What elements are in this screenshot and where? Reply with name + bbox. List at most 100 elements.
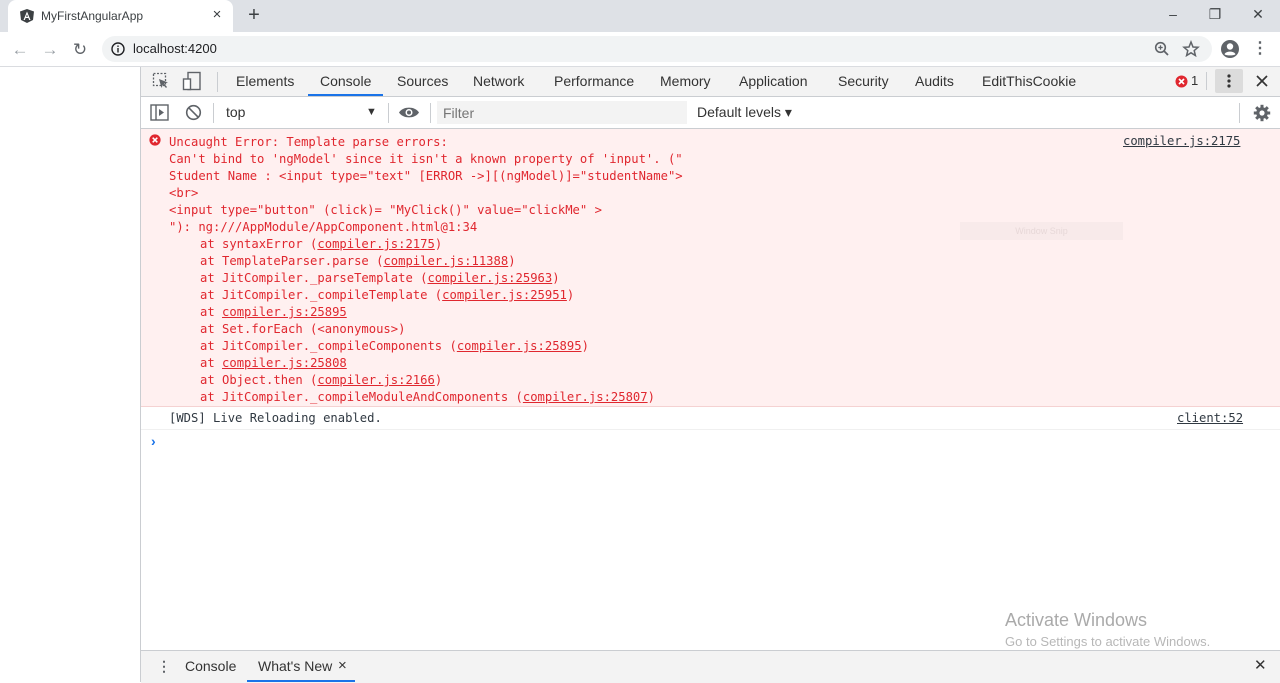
stack-frame-text: at TemplateParser.parse ( — [200, 254, 384, 268]
stack-frame-link[interactable]: compiler.js:2175 — [317, 237, 434, 251]
stack-frame-text: at JitCompiler._compileModuleAndComponen… — [200, 390, 523, 404]
tab-sources[interactable]: Sources — [397, 67, 448, 96]
error-line: Can't bind to 'ngModel' since it isn't a… — [169, 152, 683, 166]
tab-editthiscookie[interactable]: EditThisCookie — [982, 67, 1076, 96]
log-text: [WDS] Live Reloading enabled. — [169, 411, 382, 425]
stack-frame: at JitCompiler._compileModuleAndComponen… — [200, 389, 655, 406]
zoom-icon[interactable] — [1153, 40, 1171, 58]
separator — [213, 103, 214, 123]
stack-frame: at JitCompiler._compileTemplate (compile… — [200, 287, 574, 304]
stack-frame-text: ) — [647, 390, 655, 404]
error-source-link[interactable]: compiler.js:2175 — [1123, 134, 1240, 148]
show-sidebar-icon[interactable] — [150, 104, 169, 121]
drawer-tab-close-icon[interactable]: × — [338, 650, 347, 682]
stack-frame-link[interactable]: compiler.js:25951 — [442, 288, 567, 302]
profile-icon[interactable] — [1220, 39, 1240, 59]
close-drawer-icon[interactable]: ✕ — [1254, 650, 1267, 682]
tab-elements[interactable]: Elements — [236, 67, 294, 96]
stack-frame-link[interactable]: compiler.js:25807 — [523, 390, 648, 404]
angular-favicon-icon — [20, 9, 34, 23]
separator — [388, 103, 389, 123]
tab-network[interactable]: Network — [473, 67, 524, 96]
error-count[interactable]: 1 — [1191, 67, 1198, 96]
filter-input[interactable] — [437, 101, 689, 124]
stack-frame-link[interactable]: compiler.js:25808 — [222, 356, 347, 370]
console-input[interactable] — [165, 431, 1265, 451]
console-prompt-icon[interactable]: › — [151, 433, 156, 449]
stack-frame: at Set.forEach (<anonymous>) — [200, 321, 405, 338]
live-expression-eye-icon[interactable] — [398, 105, 420, 120]
stack-frame-text: ) — [508, 254, 516, 268]
device-toolbar-icon[interactable] — [182, 71, 202, 91]
address-bar[interactable] — [102, 36, 1212, 62]
tab-audits[interactable]: Audits — [915, 67, 954, 96]
tab-title: MyFirstAngularApp — [41, 9, 144, 23]
log-levels-dropdown[interactable]: Default levels ▾ — [697, 97, 792, 128]
info-icon[interactable] — [111, 42, 125, 56]
star-icon[interactable] — [1182, 40, 1200, 58]
stack-frame-link[interactable]: compiler.js:2166 — [317, 373, 434, 387]
forward-button[interactable]: → — [39, 39, 61, 61]
browser-tab[interactable]: MyFirstAngularApp × — [8, 0, 233, 32]
stack-frame: at compiler.js:25895 — [200, 304, 347, 321]
stack-frame-text: at — [200, 305, 223, 319]
stack-frame-text: ) — [581, 339, 589, 353]
tab-console[interactable]: Console — [308, 67, 384, 96]
tab-application[interactable]: Application — [739, 67, 808, 96]
error-line: <input type="button" (click)= "MyClick()… — [169, 203, 602, 217]
url-text[interactable]: localhost:4200 — [133, 41, 217, 56]
window-close-button[interactable]: ✕ — [1238, 4, 1278, 24]
stack-frame-text: at JitCompiler._compileTemplate ( — [200, 288, 443, 302]
stack-frame-text: at Object.then ( — [200, 373, 318, 387]
tab-close-icon[interactable]: × — [208, 6, 226, 24]
context-selector[interactable]: top — [226, 97, 245, 128]
inspect-element-icon[interactable] — [152, 72, 170, 90]
stack-frame-text: at — [200, 356, 223, 370]
separator — [1239, 103, 1240, 123]
activate-windows-title: Activate Windows — [1005, 610, 1148, 630]
stack-frame: at JitCompiler._compileComponents (compi… — [200, 338, 589, 355]
reload-button[interactable]: ↻ — [69, 39, 91, 61]
stack-frame: at Object.then (compiler.js:2166) — [200, 372, 442, 389]
restore-button[interactable]: ❐ — [1195, 4, 1235, 24]
separator — [217, 72, 218, 92]
stack-frame-text: ) — [434, 373, 443, 387]
clear-console-icon[interactable] — [185, 104, 202, 121]
back-button[interactable]: ← — [9, 39, 31, 61]
error-line: <br> — [169, 186, 199, 200]
menu-icon[interactable]: ⋮ — [1252, 39, 1268, 59]
error-line: "): ng:///AppModule/AppComponent.html@1:… — [169, 220, 478, 234]
snip-watermark: Window Snip — [960, 222, 1123, 240]
stack-frame: at syntaxError (compiler.js:2175) — [200, 236, 442, 253]
stack-frame-link[interactable]: compiler.js:25895 — [457, 339, 582, 353]
kebab-menu-icon — [1227, 74, 1231, 88]
activate-windows-subtitle: Go to Settings to activate Windows. — [1005, 634, 1211, 649]
stack-frame-text: ) — [566, 288, 575, 302]
tab-performance[interactable]: Performance — [554, 67, 634, 96]
drawer-tab-label: What's New — [258, 658, 333, 674]
error-line: Student Name : <input type="text" [ERROR… — [169, 169, 683, 183]
stack-frame: at compiler.js:25808 — [200, 355, 347, 372]
gear-icon[interactable] — [1253, 104, 1271, 122]
page-content — [0, 67, 140, 682]
tab-memory[interactable]: Memory — [660, 67, 711, 96]
stack-frame-text: at JitCompiler._compileComponents ( — [200, 339, 457, 353]
close-devtools-icon[interactable] — [1255, 74, 1269, 88]
stack-frame-link[interactable]: compiler.js:25963 — [427, 271, 552, 285]
drawer-tab-console[interactable]: Console — [185, 650, 236, 682]
stack-frame-link[interactable]: compiler.js:11388 — [383, 254, 508, 268]
error-icon — [149, 134, 161, 146]
new-tab-button[interactable]: + — [244, 5, 264, 25]
stack-frame-text: ) — [434, 237, 443, 251]
error-count-icon[interactable] — [1175, 75, 1188, 88]
drawer-tab-whats-new[interactable]: What's New × — [247, 650, 355, 682]
stack-frame-link[interactable]: compiler.js:25895 — [222, 305, 347, 319]
log-source-link[interactable]: client:52 — [1177, 411, 1243, 425]
drawer-menu-icon[interactable]: ⋮ — [157, 650, 171, 682]
context-dropdown-icon[interactable]: ▼ — [366, 97, 377, 128]
error-line: Uncaught Error: Template parse errors: — [169, 135, 448, 149]
customize-devtools-button[interactable] — [1215, 69, 1243, 93]
minimize-button[interactable]: – — [1153, 4, 1193, 24]
stack-frame-text: at JitCompiler._parseTemplate ( — [200, 271, 428, 285]
tab-security[interactable]: Security — [838, 67, 889, 96]
